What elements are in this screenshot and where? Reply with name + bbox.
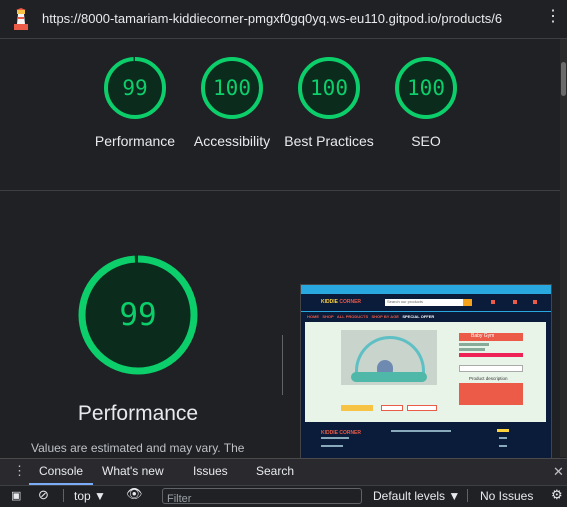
main-gauge-score: 99 <box>119 297 157 333</box>
tab-console[interactable]: Console <box>39 464 83 478</box>
gauge-label-seo: SEO <box>411 133 441 149</box>
eye-icon[interactable]: 👁 <box>126 486 143 502</box>
scrollbar-track[interactable] <box>560 39 567 457</box>
more-options-icon[interactable]: ⋮ <box>545 9 561 25</box>
thumb-footer-heading <box>497 429 509 432</box>
tab-issues[interactable]: Issues <box>193 464 228 478</box>
toolbar-separator <box>63 489 64 502</box>
thumb-product-image <box>341 330 437 385</box>
tab-whats-new[interactable]: What's new <box>102 464 164 478</box>
thumb-footer-link <box>499 437 507 439</box>
gauge-score: 100 <box>310 76 348 100</box>
thumb-search-placeholder: Search our products <box>387 299 424 304</box>
log-levels-label: Default levels <box>373 489 446 503</box>
thumb-footer-text <box>391 430 451 432</box>
devtools-drawer-tabs: ⋮ Console What's new Issues Search ✕ <box>0 458 567 485</box>
gauge-score: 100 <box>213 76 251 100</box>
thumb-banner <box>301 285 551 294</box>
thumb-rating-bar <box>459 353 523 357</box>
chevron-down-icon: ▼ <box>448 489 461 503</box>
performance-main-gauge: 99 <box>77 254 199 376</box>
thumb-footer-brand: KIDDIE CORNER <box>321 430 362 436</box>
thumb-description-heading: Product description <box>469 376 508 381</box>
log-levels-dropdown[interactable]: Default levels ▼ <box>373 489 460 503</box>
thumb-account-icon <box>491 300 495 304</box>
lighthouse-icon <box>14 8 28 30</box>
thumb-bag-button <box>341 405 373 411</box>
thumb-description-box <box>459 383 523 405</box>
scrollbar-thumb[interactable] <box>561 62 566 96</box>
filter-input[interactable] <box>163 491 361 507</box>
accessibility-gauge[interactable]: 100 <box>200 56 264 120</box>
main-gauge-label: Performance <box>77 402 199 425</box>
thumb-quantity-select <box>459 365 523 372</box>
gauge-label-performance: Performance <box>94 133 176 149</box>
vertical-divider <box>282 335 283 395</box>
gauge-score: 99 <box>122 76 148 100</box>
gauge-label-best-practices: Best Practices <box>284 133 374 149</box>
performance-gauge[interactable]: 99 <box>103 56 167 120</box>
thumb-footer-line <box>321 437 349 439</box>
thumb-nav-home: HOME <box>307 314 319 319</box>
best-practices-gauge[interactable]: 100 <box>297 56 361 120</box>
thumb-search-button <box>463 299 472 306</box>
thumb-footer-line <box>321 445 343 447</box>
estimate-note: Values are estimated and may vary. The <box>31 441 245 455</box>
thumb-nav-shop-by-age: SHOP BY AGE <box>371 314 399 319</box>
thumb-product-title: Baby Gym <box>471 333 495 339</box>
page-url: https://8000-tamariam-kiddiecorner-pmgxf… <box>42 11 503 26</box>
title-bar: https://8000-tamariam-kiddiecorner-pmgxf… <box>0 0 567 39</box>
thumb-mat <box>351 372 427 382</box>
thumb-category <box>459 348 485 351</box>
final-screenshot-thumbnail[interactable]: KIDDIE CORNER Search our products HOME S… <box>300 284 552 460</box>
section-divider <box>0 190 560 191</box>
context-value: top <box>74 489 91 503</box>
clear-console-icon[interactable]: ⊘ <box>38 487 49 503</box>
close-drawer-icon[interactable]: ✕ <box>553 464 564 480</box>
gauge-label-accessibility: Accessibility <box>193 133 271 149</box>
thumb-price <box>459 343 489 346</box>
tab-search[interactable]: Search <box>256 464 294 478</box>
thumb-nav-special-offer: SPECIAL OFFER <box>402 314 435 319</box>
thumb-logo-right: CORNER <box>339 299 362 305</box>
thumb-logo-left: KIDDIE <box>321 299 338 305</box>
gear-icon[interactable]: ⚙ <box>551 487 563 503</box>
thumb-compare-button <box>407 405 437 411</box>
chevron-down-icon: ▼ <box>94 489 106 503</box>
seo-gauge[interactable]: 100 <box>394 56 458 120</box>
thumb-bag-icon <box>533 300 537 304</box>
thumb-nav-shop: SHOP <box>322 314 334 319</box>
context-selector[interactable]: top ▼ <box>74 489 106 503</box>
drawer-menu-icon[interactable]: ⋮ <box>13 464 26 477</box>
toolbar-separator <box>467 489 468 502</box>
thumb-rule <box>301 311 551 312</box>
gauge-score: 100 <box>407 76 445 100</box>
thumb-favourites-icon <box>513 300 517 304</box>
thumb-footer-link <box>499 445 507 447</box>
sidebar-toggle-icon[interactable]: ▣ <box>11 489 21 502</box>
issues-counter[interactable]: No Issues <box>480 489 533 503</box>
thumb-fav-button <box>381 405 403 411</box>
thumb-nav-all-products: ALL PRODUCTS <box>336 314 369 319</box>
